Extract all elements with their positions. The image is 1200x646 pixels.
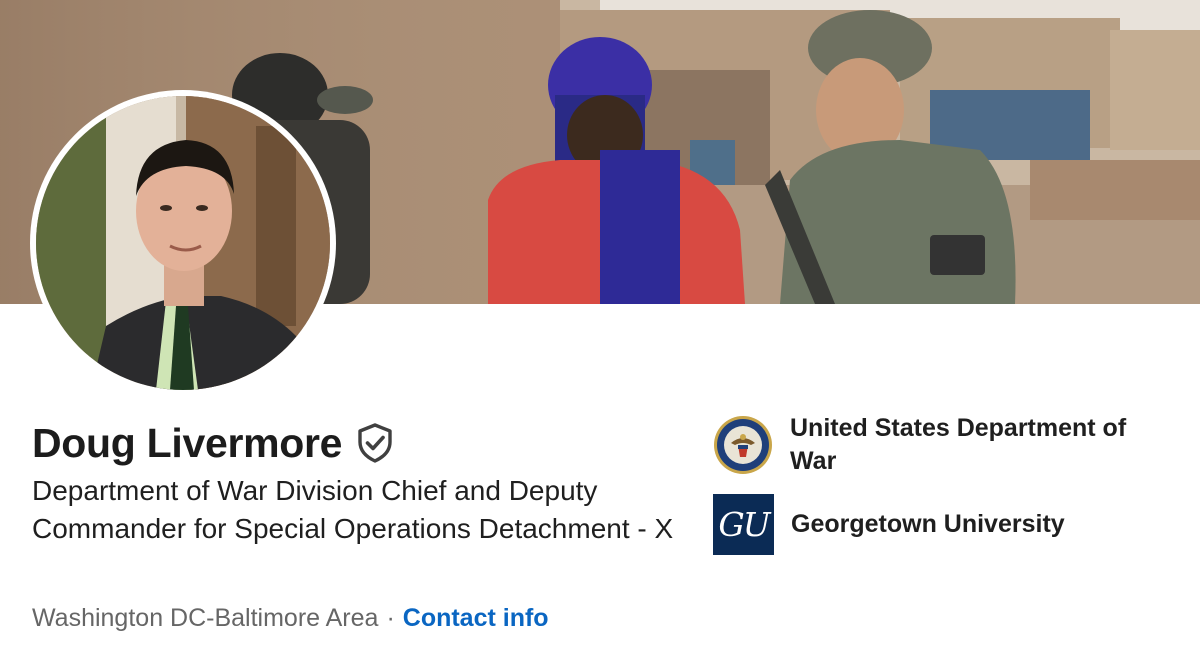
- georgetown-logo: GU: [713, 494, 774, 555]
- profile-photo[interactable]: [30, 90, 336, 396]
- avatar: [36, 96, 330, 390]
- name-row: Doug Livermore: [32, 418, 394, 468]
- org-item-department-of-war[interactable]: United States Department of War: [713, 412, 1150, 478]
- profile-card: Doug Livermore Department of War Divisio…: [0, 0, 1200, 646]
- org-item-georgetown-university[interactable]: GU Georgetown University: [713, 494, 1151, 555]
- separator-dot: ·: [386, 603, 395, 632]
- org-name: Georgetown University: [791, 510, 1065, 538]
- profile-name: Doug Livermore: [32, 419, 343, 466]
- contact-info-link[interactable]: Contact info: [403, 604, 549, 633]
- verified-shield-check-icon[interactable]: [356, 423, 394, 463]
- avatar-image: [36, 96, 330, 390]
- location-row: Washington DC-Baltimore Area · Contact i…: [32, 601, 549, 635]
- department-seal-icon: [713, 415, 773, 475]
- org-name: United States Department of War: [790, 414, 1127, 475]
- profile-headline: Department of War Division Chief and Dep…: [32, 475, 674, 544]
- profile-location: Washington DC-Baltimore Area: [32, 603, 379, 632]
